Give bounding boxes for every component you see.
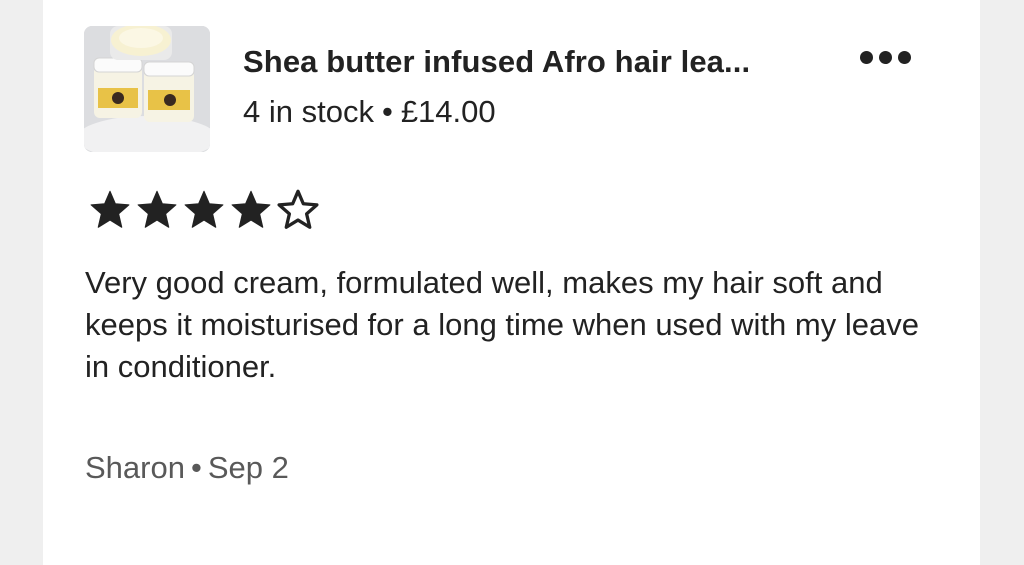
review-footer: Sharon • Sep 2: [85, 450, 289, 486]
footer-separator: •: [190, 450, 202, 485]
star-filled-icon: [137, 190, 177, 228]
listing-meta: 4 in stock • £14.00: [243, 94, 496, 130]
review-date: Sep 2: [207, 450, 289, 485]
cream-jars-image: [84, 26, 210, 152]
listing-price: £14.00: [400, 94, 496, 129]
review-card: Shea butter infused Afro hair lea... 4 i…: [43, 0, 980, 565]
star-filled-icon: [184, 190, 224, 228]
reviewer-name[interactable]: Sharon: [85, 450, 185, 485]
stock-count: 4 in stock: [243, 94, 374, 129]
star-rating: [88, 188, 323, 232]
more-dot-icon: [860, 51, 873, 64]
listing-title[interactable]: Shea butter infused Afro hair lea...: [243, 44, 843, 80]
review-text: Very good cream, formulated well, makes …: [85, 265, 919, 384]
star-filled-icon: [90, 190, 130, 228]
star-outline-icon: [277, 189, 319, 229]
meta-separator: •: [381, 94, 393, 129]
more-dot-icon: [898, 51, 911, 64]
more-dot-icon: [879, 51, 892, 64]
more-options-button[interactable]: [855, 40, 919, 76]
star-filled-icon: [231, 190, 271, 228]
product-thumbnail[interactable]: [84, 26, 210, 152]
